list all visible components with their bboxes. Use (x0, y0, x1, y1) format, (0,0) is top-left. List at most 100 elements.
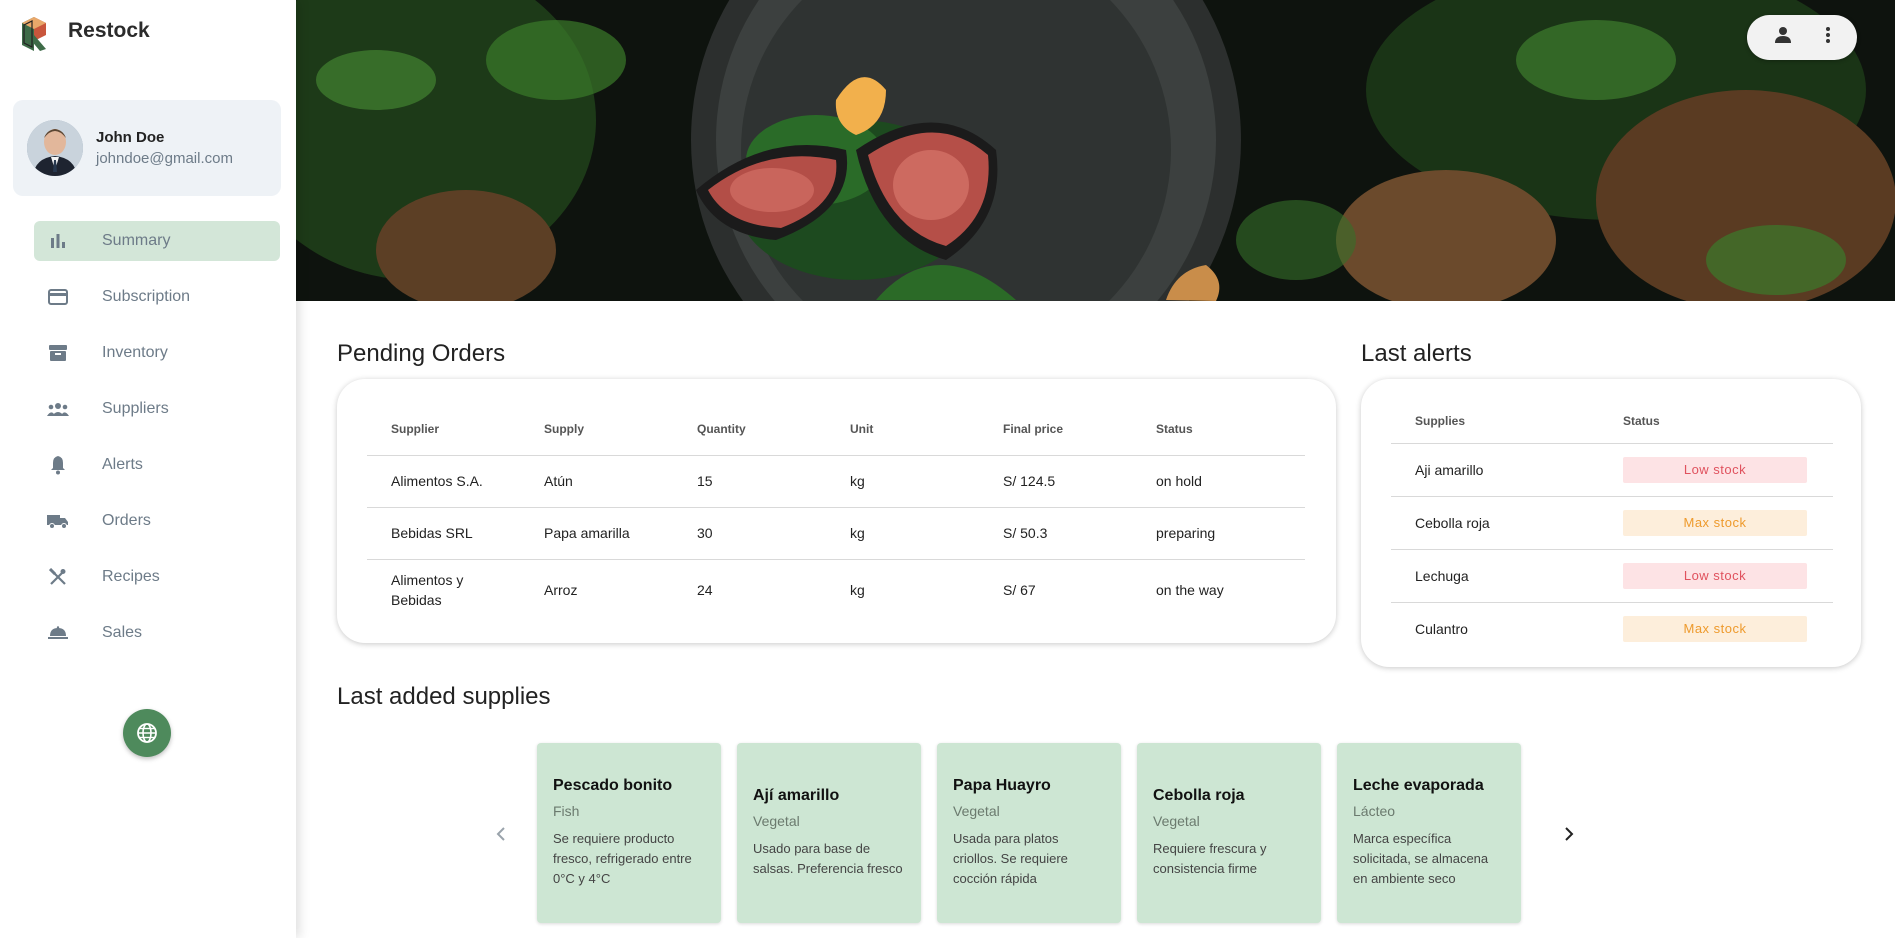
cloche-icon (46, 621, 70, 645)
app-root: Restock John Doe johndoe@gmail.com Summa… (0, 0, 1895, 938)
column-header[interactable]: Final price (979, 404, 1132, 456)
supply-category: Vegetal (1153, 813, 1200, 829)
cell-unit: kg (850, 582, 865, 599)
table-header-row: Supplier Supply Quantity Unit Final pric… (367, 404, 1305, 456)
cell-unit: kg (826, 455, 979, 508)
sidebar-item-summary[interactable]: Summary (34, 221, 280, 261)
cell-supply: Cebolla roja (1391, 496, 1599, 550)
supply-card[interactable]: Ají amarillo Vegetal Usado para base de … (737, 743, 921, 923)
sidebar-item-label: Sales (102, 624, 143, 641)
credit-card-icon (46, 285, 70, 309)
cell-final-price: S/ 67 (1003, 582, 1036, 599)
globe-icon (137, 723, 157, 743)
last-added-supplies-title: Last added supplies (337, 683, 551, 710)
supply-description: Usada para platos criollos. Se requiere … (953, 831, 1068, 886)
column-header[interactable]: Supply (520, 404, 673, 456)
sidebar: Restock John Doe johndoe@gmail.com Summa… (0, 0, 296, 938)
user-profile-card[interactable]: John Doe johndoe@gmail.com (13, 100, 281, 196)
archive-icon (46, 341, 70, 365)
supply-card[interactable]: Papa Huayro Vegetal Usada para platos cr… (937, 743, 1121, 923)
app-name: Restock (68, 19, 150, 42)
carousel-next-button[interactable] (1557, 822, 1581, 846)
sidebar-item-label: Summary (102, 232, 171, 249)
cell-supply: Arroz (544, 582, 578, 599)
supply-category: Lácteo (1353, 803, 1396, 819)
table-row[interactable]: Cebolla roja Max stock (1391, 496, 1833, 550)
last-alerts-card: Supplies Status Aji amarillo Low stock C… (1361, 379, 1861, 667)
supply-name: Ají amarillo (753, 787, 840, 804)
sidebar-item-label: Alerts (102, 456, 143, 473)
table-row[interactable]: Lechuga Low stock (1391, 549, 1833, 603)
cell-final-price: S/ 50.3 (979, 507, 1132, 560)
top-action-pill (1747, 15, 1857, 60)
column-header[interactable]: Unit (826, 404, 979, 456)
carousel-prev-button[interactable] (489, 822, 513, 846)
account-button[interactable] (1774, 26, 1792, 49)
supply-description: Se requiere producto fresco, refrigerado… (553, 831, 692, 886)
bar-chart-icon (46, 229, 70, 253)
brand[interactable]: Restock (20, 15, 150, 53)
column-header[interactable]: Supplies (1391, 399, 1599, 444)
utensils-icon (46, 565, 70, 589)
bell-icon (46, 453, 70, 477)
cell-supply: Papa amarilla (520, 507, 673, 560)
sidebar-item-recipes[interactable]: Recipes (34, 557, 280, 597)
sidebar-item-alerts[interactable]: Alerts (34, 445, 280, 485)
supply-category: Fish (553, 803, 580, 819)
table-row[interactable]: Culantro Max stock (1391, 602, 1833, 655)
cell-unit: kg (826, 507, 979, 560)
chevron-left-icon (496, 827, 505, 841)
supply-category: Vegetal (753, 813, 800, 829)
sidebar-item-inventory[interactable]: Inventory (34, 333, 280, 373)
supply-card[interactable]: Pescado bonito Fish Se requiere producto… (537, 743, 721, 923)
sidebar-item-sales[interactable]: Sales (34, 613, 280, 653)
supplies-carousel: Pescado bonito Fish Se requiere producto… (489, 743, 1599, 925)
restock-logo-icon (22, 17, 46, 51)
people-icon (46, 397, 70, 421)
column-header[interactable]: Quantity (673, 404, 826, 456)
column-header[interactable]: Status (1599, 399, 1833, 444)
column-header[interactable]: Status (1132, 404, 1305, 456)
cell-supplier: Bebidas SRL (367, 507, 520, 560)
status-badge: Low stock (1623, 562, 1807, 589)
cell-supply: Lechuga (1391, 549, 1599, 603)
more-vert-icon (1825, 27, 1830, 43)
truck-icon (46, 509, 70, 533)
cell-supplier: Alimentos y Bebidas (391, 572, 464, 609)
cell-supply: Culantro (1415, 620, 1468, 637)
avatar-image (27, 120, 83, 176)
more-options-button[interactable] (1825, 26, 1831, 49)
cell-supplier: Alimentos S.A. (367, 455, 520, 508)
cell-status: preparing (1132, 507, 1305, 560)
status-badge: Max stock (1623, 509, 1807, 536)
sidebar-item-suppliers[interactable]: Suppliers (34, 389, 280, 429)
last-alerts-title: Last alerts (1361, 340, 1472, 367)
sidebar-item-label: Orders (102, 512, 151, 529)
supply-description: Requiere frescura y consistencia firme (1153, 841, 1267, 876)
cell-supply: Aji amarillo (1391, 443, 1599, 497)
column-header[interactable]: Supplier (367, 404, 520, 456)
supply-description: Marca específica solicitada, se almacena… (1353, 831, 1489, 886)
pending-orders-card: Supplier Supply Quantity Unit Final pric… (337, 379, 1336, 643)
supply-card[interactable]: Cebolla roja Vegetal Requiere frescura y… (1137, 743, 1321, 923)
table-row[interactable]: Aji amarillo Low stock (1391, 443, 1833, 497)
pending-orders-title: Pending Orders (337, 340, 506, 367)
table-row[interactable]: Alimentos y Bebidas Arroz 24 kg S/ 67 on… (367, 559, 1305, 621)
supply-card[interactable]: Leche evaporada Lácteo Marca específica … (1337, 743, 1521, 923)
cell-quantity: 15 (673, 455, 826, 508)
table-row[interactable]: Alimentos S.A. Atún 15 kg S/ 124.5 on ho… (367, 455, 1305, 508)
language-button[interactable] (123, 709, 171, 757)
sidebar-item-orders[interactable]: Orders (34, 501, 280, 541)
status-badge: Max stock (1623, 615, 1807, 642)
supply-category: Vegetal (953, 803, 1000, 819)
cell-quantity: 30 (673, 507, 826, 560)
sidebar-item-subscription[interactable]: Subscription (34, 277, 280, 317)
supply-name: Cebolla roja (1153, 787, 1245, 804)
cell-status: on the way (1156, 582, 1224, 599)
table-row[interactable]: Bebidas SRL Papa amarilla 30 kg S/ 50.3 … (367, 507, 1305, 560)
chevron-right-icon (1565, 827, 1574, 841)
sidebar-nav: Summary Subscription Inventory Suppliers (34, 221, 280, 669)
last-alerts-table: Supplies Status Aji amarillo Low stock C… (1391, 399, 1833, 655)
status-badge: Low stock (1623, 456, 1807, 483)
hero-food-image (296, 0, 1895, 301)
